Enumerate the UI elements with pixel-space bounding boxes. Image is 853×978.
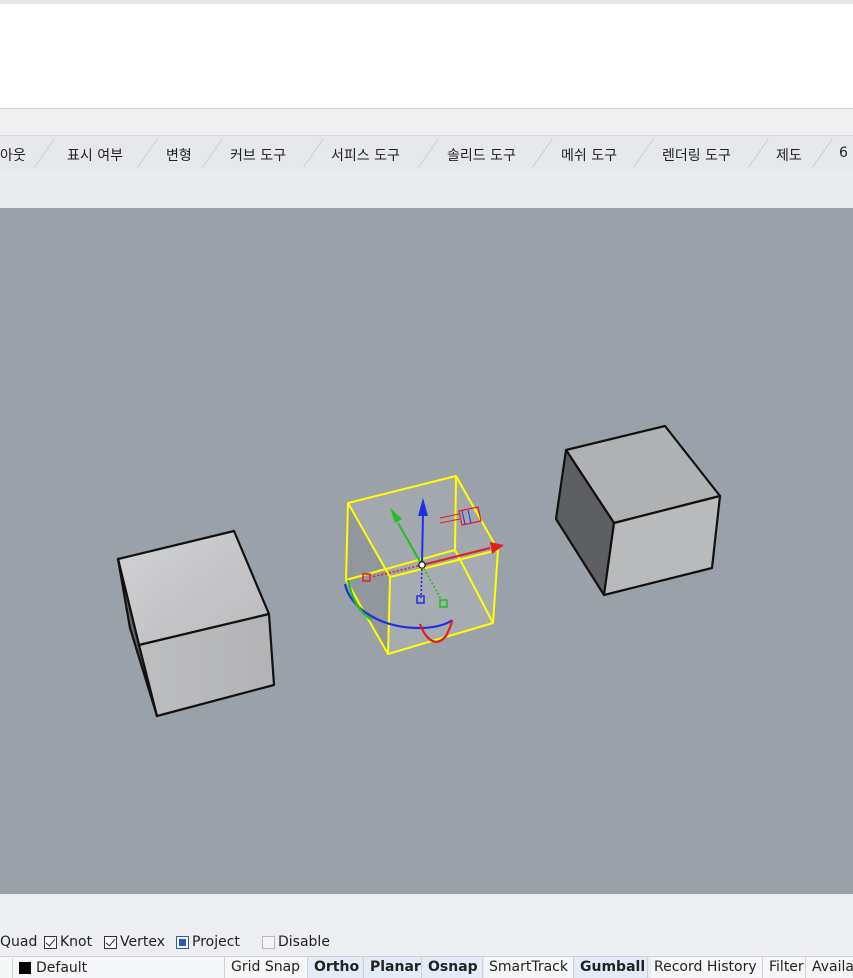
osnap-knot-label: Knot [60,934,93,950]
command-prompt-area[interactable] [0,109,853,135]
planar-button[interactable]: Planar [363,957,427,978]
checkbox-disable[interactable] [262,935,275,949]
osnap-disable[interactable]: Disable [262,934,330,950]
tab-transform[interactable]: 변형 [166,145,192,165]
available-physical-memory: Availa [805,957,853,978]
tab-separator [812,139,833,167]
ortho-button[interactable]: Ortho [307,957,366,978]
tab-separator [34,139,55,167]
layer-color-swatch [19,962,31,974]
box-object-right[interactable] [554,424,722,597]
osnap-panel: Quad Knot Vertex Project Disable [0,894,853,956]
osnap-quad-label: Quad [0,934,38,950]
grid-snap-button[interactable]: Grid Snap [224,957,306,978]
tab-drafting[interactable]: 제도 [776,145,802,165]
toolbar-icon-row [0,170,853,208]
checkbox-project[interactable] [176,935,189,949]
tab-separator [633,139,654,167]
perspective-viewport[interactable] [0,208,853,894]
command-history-area[interactable] [0,4,853,109]
filter-button[interactable]: Filter [762,957,810,978]
osnap-vertex[interactable]: Vertex [104,934,165,950]
osnap-project-label: Project [192,934,240,950]
tab-separator [532,139,553,167]
status-bar: Default Grid Snap Ortho Planar Osnap Sma… [0,956,853,978]
tab-separator [303,139,324,167]
osnap-disable-label: Disable [278,934,330,950]
smarttrack-button[interactable]: SmartTrack [482,957,574,978]
osnap-vertex-label: Vertex [120,934,166,950]
layer-indicator[interactable]: Default [12,958,87,978]
osnap-knot[interactable]: Knot [44,934,92,950]
osnap-project[interactable]: Project [176,934,240,950]
tab-layout[interactable]: 아웃 [0,145,26,165]
record-history-button[interactable]: Record History [647,957,763,978]
tab-mesh-tools[interactable]: 메쉬 도구 [561,145,617,165]
tab-separator [418,139,439,167]
layer-name: Default [36,960,88,976]
tab-overflow[interactable]: 6 [839,145,848,161]
osnap-button[interactable]: Osnap [421,957,484,978]
checkbox-knot[interactable] [44,935,57,949]
gumball-button[interactable]: Gumball [573,957,652,978]
box-object-left[interactable] [116,529,276,718]
tab-curve-tools[interactable]: 커브 도구 [230,145,286,165]
tab-visibility[interactable]: 표시 여부 [67,145,123,165]
tab-solid-tools[interactable]: 솔리드 도구 [447,145,516,165]
tab-surface-tools[interactable]: 서피스 도구 [331,145,400,165]
osnap-quad[interactable]: Quad [0,934,37,950]
tab-render-tools[interactable]: 렌더링 도구 [662,145,731,165]
checkbox-vertex[interactable] [104,935,117,949]
viewport-scene[interactable] [0,208,853,894]
tab-separator [748,139,769,167]
tab-separator [202,139,223,167]
tab-separator [137,139,158,167]
toolbar-tab-bar: 아웃 표시 여부 변형 커브 도구 서피스 도구 솔리드 도구 메쉬 도구 렌더… [0,135,853,171]
